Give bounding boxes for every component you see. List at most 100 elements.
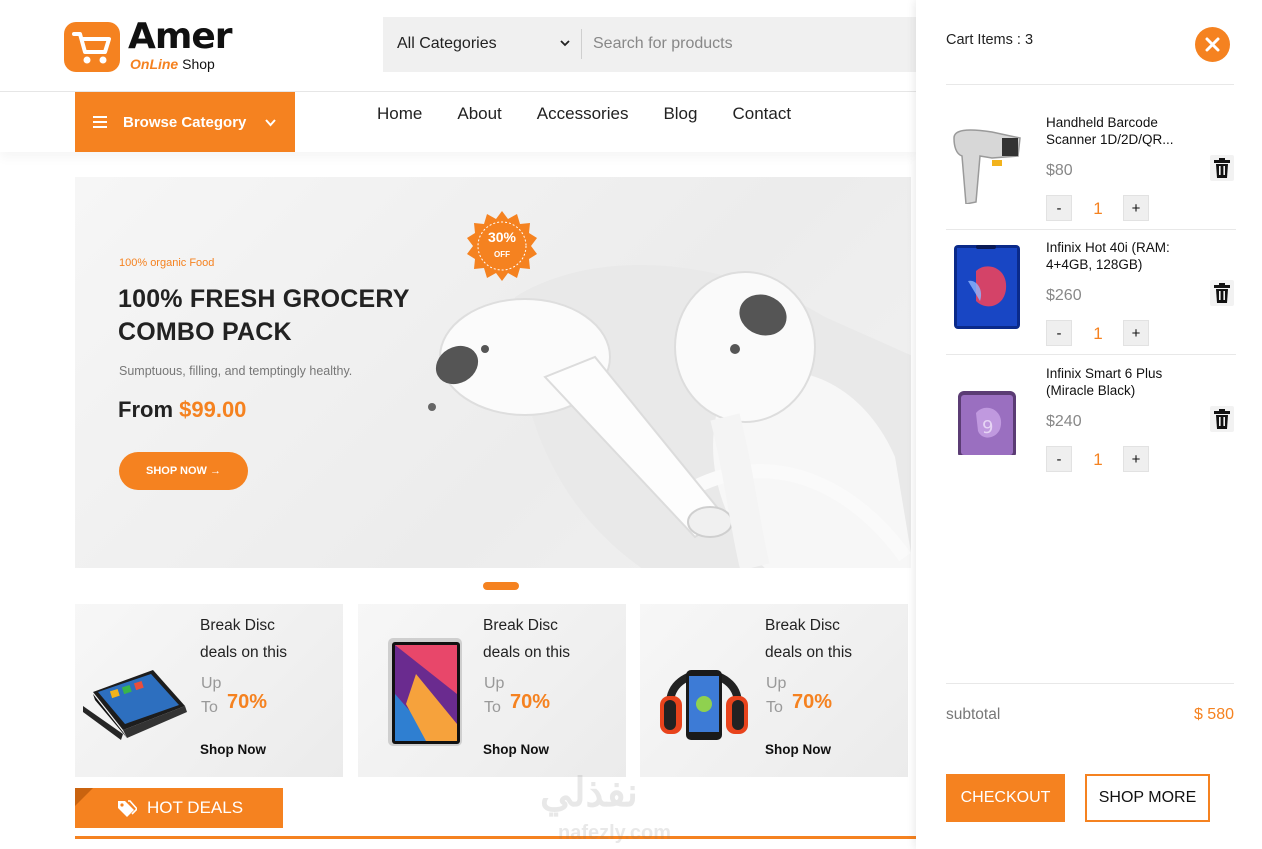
qty-increase-button[interactable]: + xyxy=(1123,320,1149,346)
qty-value: 1 xyxy=(1093,324,1103,343)
tablet-icon xyxy=(388,638,462,746)
main-nav: Home About Accessories Blog Contact xyxy=(377,104,791,124)
menu-icon xyxy=(93,116,107,128)
promo-line1: Break Disc xyxy=(765,617,840,634)
hero-title-line2: COMBO PACK xyxy=(118,318,292,346)
cart-item-price: $80 xyxy=(1046,162,1073,179)
promo-up: Up xyxy=(766,675,787,692)
promo-line1: Break Disc xyxy=(200,617,275,634)
cart-drawer: Cart Items : 3 Handheld Barcode Scanner … xyxy=(916,0,1262,849)
drawer-divider xyxy=(946,683,1234,684)
nav-accessories[interactable]: Accessories xyxy=(537,104,629,124)
hero-price-prefix: From xyxy=(118,397,173,422)
hero-description: Sumptuous, filling, and temptingly healt… xyxy=(119,364,353,378)
barcode-scanner-icon xyxy=(953,129,1021,204)
laptop-icon xyxy=(83,670,187,740)
promo-to: To xyxy=(201,699,218,716)
promo-shop-now-link[interactable]: Shop Now xyxy=(765,742,831,757)
logo-title: Amer xyxy=(128,16,233,57)
qty-value: 1 xyxy=(1093,199,1103,218)
promo-shop-now-link[interactable]: Shop Now xyxy=(483,742,549,757)
hot-deals-fold xyxy=(75,788,93,806)
qty-increase-button[interactable]: + xyxy=(1123,195,1149,221)
close-icon xyxy=(1205,37,1220,52)
subtotal-value: $ 580 xyxy=(1193,706,1234,723)
watermark-latin: nafezly.com xyxy=(558,822,671,844)
promo-line2: deals on this xyxy=(483,644,571,661)
badge-label: OFF xyxy=(494,250,510,259)
browse-category-button[interactable]: Browse Category xyxy=(75,92,295,152)
remove-item-button[interactable] xyxy=(1210,406,1234,432)
badge-value: 30% xyxy=(487,229,517,245)
nav-home[interactable]: Home xyxy=(377,104,422,124)
promo-up: Up xyxy=(484,675,505,692)
promo-to: To xyxy=(766,699,783,716)
subtotal-label: subtotal xyxy=(946,706,1001,723)
checkout-button[interactable]: CHECKOUT xyxy=(946,774,1065,822)
nav-blog[interactable]: Blog xyxy=(663,104,697,124)
discount-badge-icon xyxy=(467,211,537,281)
promo-to: To xyxy=(484,699,501,716)
cart-item: Infinix Hot 40i (RAM: 4+4GB, 128GB) $260… xyxy=(946,229,1236,354)
chevron-down-icon[interactable] xyxy=(559,37,571,49)
search-divider xyxy=(581,29,582,59)
tags-icon xyxy=(118,800,137,817)
headphones-phone-icon xyxy=(660,670,748,740)
logo-subtitle-text: Shop xyxy=(182,56,215,72)
qty-decrease-button[interactable]: - xyxy=(1046,320,1072,346)
logo-subtitle: OnLine Shop xyxy=(130,56,215,72)
promo-line1: Break Disc xyxy=(483,617,558,634)
cart-item-name: Infinix Hot 40i (RAM: 4+4GB, 128GB) xyxy=(1046,240,1170,272)
close-cart-button[interactable] xyxy=(1195,27,1230,62)
cart-item: 9 Infinix Smart 6 Plus (Miracle Black) $… xyxy=(946,355,1236,480)
hero-title: 100% FRESH GROCERY COMBO PACK xyxy=(118,283,410,349)
qty-increase-button[interactable]: + xyxy=(1123,446,1149,472)
cart-item-price: $240 xyxy=(1046,413,1082,430)
nav-contact[interactable]: Contact xyxy=(732,104,791,124)
cart-item-name: Infinix Smart 6 Plus (Miracle Black) xyxy=(1046,366,1163,398)
watermark: نفذلي nafezly.com xyxy=(540,770,710,849)
qty-decrease-button[interactable]: - xyxy=(1046,195,1072,221)
search-bar: All Categories xyxy=(383,17,923,72)
category-select[interactable]: All Categories xyxy=(397,35,497,53)
promo-line2: deals on this xyxy=(200,644,288,661)
hero-price-row: From $99.00 xyxy=(118,397,246,423)
promo-up: Up xyxy=(201,675,222,692)
phone-purple-icon: 9 xyxy=(958,391,1016,455)
promo-line2: deals on this xyxy=(765,644,853,661)
hero-price: $99.00 xyxy=(179,397,247,422)
drawer-divider xyxy=(946,84,1234,85)
nav-about[interactable]: About xyxy=(457,104,501,124)
hot-deals-heading: HOT DEALS xyxy=(75,788,283,828)
search-input[interactable] xyxy=(593,31,893,57)
qty-decrease-button[interactable]: - xyxy=(1046,446,1072,472)
remove-item-button[interactable] xyxy=(1210,155,1234,181)
hero-shop-now-button[interactable]: SHOP NOW → xyxy=(119,452,248,490)
trash-icon xyxy=(1214,409,1230,429)
cart-item-name: Handheld Barcode Scanner 1D/2D/QR... xyxy=(1046,115,1174,147)
logo[interactable]: Amer OnLine Shop xyxy=(62,12,252,76)
hot-deals-underline xyxy=(75,836,916,839)
promo-card[interactable]: Break Disc deals on this Up To 70% Shop … xyxy=(640,604,908,777)
cart-item-price: $260 xyxy=(1046,287,1082,304)
promo-shop-now-link[interactable]: Shop Now xyxy=(200,742,266,757)
browse-category-label: Browse Category xyxy=(123,113,247,131)
hero-banner: 100% organic Food 100% FRESH GROCERY COM… xyxy=(75,177,911,568)
shop-more-button[interactable]: SHOP MORE xyxy=(1085,774,1210,822)
promo-card[interactable]: Break Disc deals on this Up To 70% Shop … xyxy=(75,604,343,777)
logo-subtitle-accent: OnLine xyxy=(130,56,179,72)
svg-text:9: 9 xyxy=(982,417,993,438)
qty-value: 1 xyxy=(1093,450,1103,469)
trash-icon xyxy=(1214,158,1230,178)
remove-item-button[interactable] xyxy=(1210,280,1234,306)
slider-dot[interactable] xyxy=(483,582,519,590)
cart-logo-icon xyxy=(64,22,120,72)
cart-item: Handheld Barcode Scanner 1D/2D/QR... $80… xyxy=(946,104,1236,229)
cart-title: Cart Items : 3 xyxy=(946,32,1034,48)
promo-card[interactable]: Break Disc deals on this Up To 70% Shop … xyxy=(358,604,626,777)
phone-blue-icon xyxy=(954,245,1020,329)
hero-kicker: 100% organic Food xyxy=(119,257,215,269)
promo-percent: 70% xyxy=(227,691,268,713)
watermark-arabic: نفذلي xyxy=(540,771,638,815)
promo-percent: 70% xyxy=(510,691,551,713)
